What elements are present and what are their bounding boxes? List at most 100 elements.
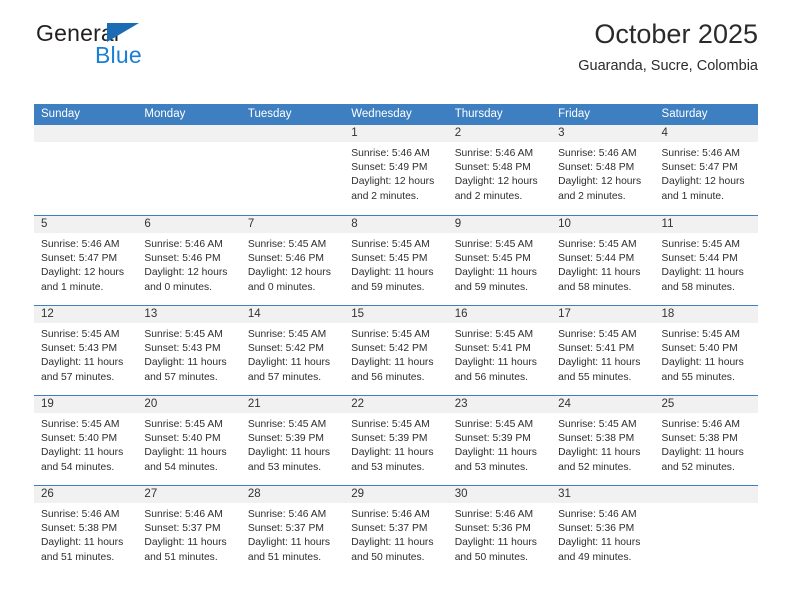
calendar-day-cell[interactable]: 18 Sunrise: 5:45 AM Sunset: 5:40 PM Dayligh…	[654, 306, 758, 395]
daylight-text-line2: and 1 minute.	[661, 190, 724, 202]
calendar-day-cell[interactable]: 11 Sunrise: 5:45 AM Sunset: 5:44 PM Dayligh…	[654, 216, 758, 305]
daylight-text-line2: and 55 minutes.	[558, 371, 632, 383]
calendar-day-cell[interactable]: 27 Sunrise: 5:46 AM Sunset: 5:37 PM Dayligh…	[137, 486, 241, 575]
calendar-day-cell[interactable]: 15 Sunrise: 5:45 AM Sunset: 5:42 PM Dayligh…	[344, 306, 448, 395]
sunset-text: Sunset: 5:40 PM	[41, 433, 118, 445]
day-details: Sunrise: 5:45 AM Sunset: 5:40 PM Daylight:…	[655, 323, 758, 385]
sunrise-text: Sunrise: 5:46 AM	[41, 239, 120, 250]
calendar-day-cell[interactable]: 4 Sunrise: 5:46 AM Sunset: 5:47 PM Daylight…	[654, 125, 758, 215]
calendar-page: General Blue October 2025 Guaranda, Sucr…	[0, 0, 792, 612]
calendar-day-cell[interactable]: 10 Sunrise: 5:45 AM Sunset: 5:44 PM Dayligh…	[551, 216, 655, 305]
day-details: Sunrise: 5:45 AM Sunset: 5:42 PM Daylight:…	[344, 323, 447, 385]
sunrise-text: Sunrise: 5:45 AM	[351, 419, 430, 430]
page-subtitle: Guaranda, Sucre, Colombia	[578, 58, 758, 74]
day-number: 7	[240, 216, 345, 233]
day-details: Sunrise: 5:46 AM Sunset: 5:49 PM Daylight:…	[344, 142, 447, 204]
daylight-text-line2: and 51 minutes.	[144, 551, 218, 563]
day-number: 26	[34, 486, 138, 503]
calendar-day-cell[interactable]: 20 Sunrise: 5:45 AM Sunset: 5:40 PM Dayligh…	[137, 396, 241, 485]
calendar-day-cell[interactable]: 28 Sunrise: 5:46 AM Sunset: 5:37 PM Dayligh…	[240, 486, 345, 575]
calendar-day-cell[interactable]: 9 Sunrise: 5:45 AM Sunset: 5:45 PM Daylight…	[447, 216, 552, 305]
day-details: Sunrise: 5:45 AM Sunset: 5:45 PM Daylight:…	[448, 233, 551, 295]
daylight-text-line1: Daylight: 11 hours	[454, 267, 537, 279]
day-number: 18	[654, 306, 758, 323]
sunrise-text: Sunrise: 5:45 AM	[144, 419, 223, 430]
daylight-text-line1: Daylight: 11 hours	[144, 447, 227, 459]
day-number: 30	[447, 486, 552, 503]
day-number: 16	[447, 306, 552, 323]
sunrise-text: Sunrise: 5:45 AM	[41, 419, 120, 430]
daylight-text-line1: Daylight: 11 hours	[661, 447, 744, 459]
day-details: Sunrise: 5:46 AM Sunset: 5:48 PM Daylight:…	[448, 142, 551, 204]
sunset-text: Sunset: 5:36 PM	[454, 523, 531, 535]
day-number: 21	[240, 396, 345, 413]
day-number: 8	[344, 216, 448, 233]
calendar-day-cell[interactable]: 26 Sunrise: 5:46 AM Sunset: 5:38 PM Dayligh…	[34, 486, 138, 575]
calendar-day-cell[interactable]: 5 Sunrise: 5:46 AM Sunset: 5:47 PM Daylight…	[34, 216, 138, 305]
sunrise-text: Sunrise: 5:45 AM	[454, 329, 534, 340]
day-details: Sunrise: 5:45 AM Sunset: 5:44 PM Daylight:…	[551, 233, 654, 295]
day-details: Sunrise: 5:45 AM Sunset: 5:45 PM Daylight:…	[344, 233, 447, 295]
calendar-day-cell[interactable]: 13 Sunrise: 5:45 AM Sunset: 5:43 PM Dayligh…	[137, 306, 241, 395]
sunrise-text: Sunrise: 5:46 AM	[661, 419, 740, 430]
day-number: 24	[551, 396, 655, 413]
daylight-text-line2: and 2 minutes.	[351, 190, 419, 202]
calendar-day-cell[interactable]: 8 Sunrise: 5:45 AM Sunset: 5:45 PM Daylight…	[344, 216, 448, 305]
daylight-text-line2: and 50 minutes.	[454, 551, 528, 563]
daylight-text-line1: Daylight: 11 hours	[454, 537, 537, 549]
daylight-text-line1: Daylight: 11 hours	[351, 357, 434, 369]
weekday-header-friday: Friday	[558, 108, 591, 120]
sunset-text: Sunset: 5:43 PM	[144, 343, 221, 355]
calendar-day-cell[interactable]: 23 Sunrise: 5:45 AM Sunset: 5:39 PM Dayligh…	[447, 396, 552, 485]
weekday-header-row: Sunday Monday Tuesday Wednesday Thursday…	[34, 104, 758, 125]
daylight-text-line1: Daylight: 11 hours	[351, 267, 434, 279]
day-details: Sunrise: 5:45 AM Sunset: 5:40 PM Daylight:…	[34, 413, 137, 475]
day-number: 15	[344, 306, 448, 323]
calendar-day-cell[interactable]: 22 Sunrise: 5:45 AM Sunset: 5:39 PM Dayligh…	[344, 396, 448, 485]
calendar-day-cell-empty	[34, 125, 138, 215]
day-details: Sunrise: 5:45 AM Sunset: 5:43 PM Daylight:…	[137, 323, 240, 385]
daylight-text-line2: and 54 minutes.	[144, 461, 218, 473]
sunset-text: Sunset: 5:43 PM	[41, 343, 118, 355]
day-details: Sunrise: 5:46 AM Sunset: 5:38 PM Daylight:…	[34, 503, 137, 565]
calendar-day-cell[interactable]: 3 Sunrise: 5:46 AM Sunset: 5:48 PM Daylight…	[551, 125, 655, 215]
daylight-text-line2: and 55 minutes.	[661, 371, 735, 383]
calendar-day-cell[interactable]: 21 Sunrise: 5:45 AM Sunset: 5:39 PM Dayligh…	[240, 396, 345, 485]
calendar-day-cell[interactable]: 12 Sunrise: 5:45 AM Sunset: 5:43 PM Dayligh…	[34, 306, 138, 395]
calendar-day-cell[interactable]: 24 Sunrise: 5:45 AM Sunset: 5:38 PM Dayligh…	[551, 396, 655, 485]
day-number: 12	[34, 306, 138, 323]
day-details: Sunrise: 5:46 AM Sunset: 5:37 PM Daylight:…	[241, 503, 344, 565]
calendar-day-cell[interactable]: 19 Sunrise: 5:45 AM Sunset: 5:40 PM Dayligh…	[34, 396, 138, 485]
daylight-text-line1: Daylight: 11 hours	[247, 357, 331, 369]
daylight-text-line2: and 51 minutes.	[41, 551, 115, 563]
general-blue-logo[interactable]: General Blue	[34, 20, 244, 74]
sunset-text: Sunset: 5:37 PM	[351, 523, 428, 535]
calendar-day-cell[interactable]: 29 Sunrise: 5:46 AM Sunset: 5:37 PM Dayligh…	[344, 486, 448, 575]
day-number: 1	[344, 125, 448, 142]
daylight-text-line2: and 52 minutes.	[558, 461, 632, 473]
day-number: 23	[447, 396, 552, 413]
sunrise-text: Sunrise: 5:46 AM	[247, 509, 327, 520]
sunrise-text: Sunrise: 5:46 AM	[558, 509, 637, 520]
calendar-day-cell[interactable]: 25 Sunrise: 5:46 AM Sunset: 5:38 PM Dayligh…	[654, 396, 758, 485]
daylight-text-line1: Daylight: 11 hours	[454, 357, 537, 369]
day-details: Sunrise: 5:45 AM Sunset: 5:39 PM Daylight:…	[241, 413, 344, 475]
daylight-text-line1: Daylight: 12 hours	[351, 176, 435, 188]
day-details: Sunrise: 5:46 AM Sunset: 5:36 PM Daylight:…	[551, 503, 654, 565]
calendar-day-cell[interactable]: 2 Sunrise: 5:46 AM Sunset: 5:48 PM Daylight…	[447, 125, 552, 215]
day-details: Sunrise: 5:45 AM Sunset: 5:39 PM Daylight:…	[344, 413, 447, 475]
sunrise-text: Sunrise: 5:45 AM	[351, 329, 430, 340]
calendar-day-cell[interactable]: 6 Sunrise: 5:46 AM Sunset: 5:46 PM Daylight…	[137, 216, 241, 305]
daylight-text-line2: and 52 minutes.	[661, 461, 735, 473]
calendar-day-cell[interactable]: 14 Sunrise: 5:45 AM Sunset: 5:42 PM Dayligh…	[240, 306, 345, 395]
calendar-day-cell[interactable]: 7 Sunrise: 5:45 AM Sunset: 5:46 PM Daylight…	[240, 216, 345, 305]
sunset-text: Sunset: 5:42 PM	[351, 343, 428, 355]
calendar-day-cell[interactable]: 1 Sunrise: 5:46 AM Sunset: 5:49 PM Daylight…	[344, 125, 448, 215]
calendar-day-cell[interactable]: 16 Sunrise: 5:45 AM Sunset: 5:41 PM Dayligh…	[447, 306, 552, 395]
calendar-day-cell[interactable]: 30 Sunrise: 5:46 AM Sunset: 5:36 PM Dayligh…	[447, 486, 552, 575]
title-block: October 2025 Guaranda, Sucre, Colombia	[578, 18, 758, 76]
calendar-day-cell[interactable]: 17 Sunrise: 5:45 AM Sunset: 5:41 PM Dayligh…	[551, 306, 655, 395]
calendar-day-cell[interactable]: 31 Sunrise: 5:46 AM Sunset: 5:36 PM Dayligh…	[551, 486, 655, 575]
daylight-text-line1: Daylight: 11 hours	[41, 357, 124, 369]
daylight-text-line2: and 50 minutes.	[351, 551, 425, 563]
